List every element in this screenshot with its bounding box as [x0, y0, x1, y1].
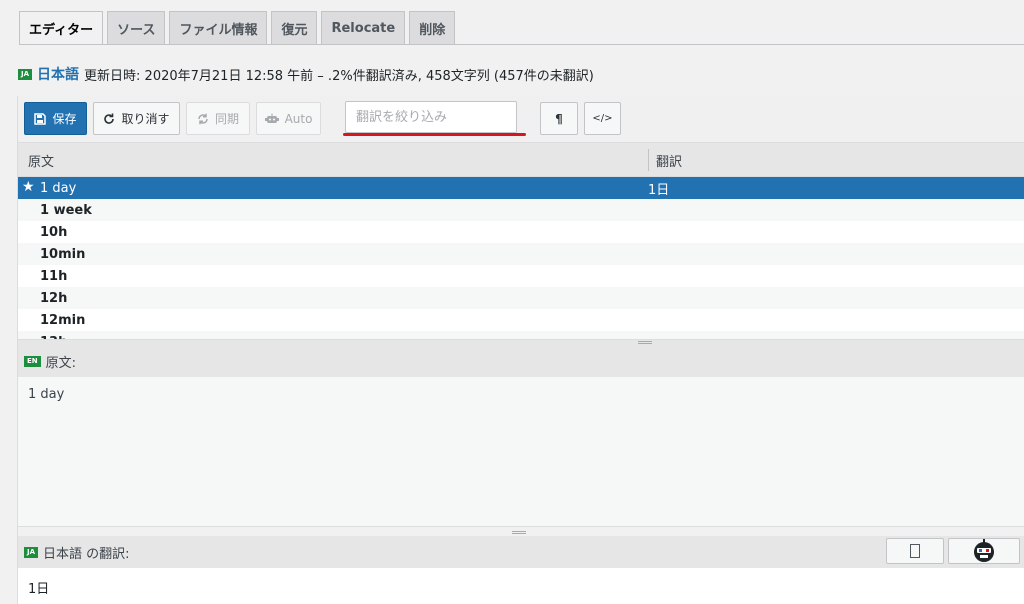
source-panel-header: EN 原文:: [18, 345, 1024, 377]
star-icon: ★: [22, 179, 35, 195]
revert-label: 取り消す: [121, 112, 170, 126]
robot-icon: [974, 539, 994, 562]
table-row[interactable]: ★ 1 day 1日: [18, 177, 1024, 199]
tab-file-info[interactable]: ファイル情報: [169, 11, 268, 44]
translation-text[interactable]: 1日: [18, 568, 1024, 604]
row-translation: 1日: [648, 182, 670, 198]
save-label: 保存: [52, 112, 77, 126]
code-view-button[interactable]: </>: [584, 102, 621, 135]
row-source: 10h: [40, 224, 68, 240]
tab-underline: [19, 44, 1024, 45]
column-translation[interactable]: 翻訳: [656, 151, 682, 170]
table-row[interactable]: 10h: [18, 221, 1024, 243]
tab-editor[interactable]: エディター: [19, 11, 104, 45]
panel-resize-handle[interactable]: [18, 528, 1024, 536]
revert-button[interactable]: 取り消す: [93, 102, 180, 135]
tab-relocate[interactable]: Relocate: [321, 11, 406, 44]
sync-label: 同期: [214, 112, 239, 126]
document-icon: [910, 544, 920, 558]
table-row[interactable]: 11h: [18, 265, 1024, 287]
table-row[interactable]: 1 week: [18, 199, 1024, 221]
status-text: 更新日時: 2020年7月21日 12:58 午前 – .2%件翻訳済み, 45…: [84, 68, 594, 84]
row-source: 11h: [40, 268, 68, 284]
sync-button[interactable]: 同期: [186, 102, 250, 135]
row-source: 1 day: [40, 180, 77, 196]
table-row[interactable]: 12min: [18, 309, 1024, 331]
language-link[interactable]: 日本語: [37, 64, 79, 84]
row-source: 12min: [40, 312, 86, 328]
pilcrow-icon: ¶: [555, 111, 563, 126]
grip-icon: [512, 531, 526, 534]
en-flag-icon: EN: [24, 355, 41, 367]
auto-translate-button[interactable]: Auto: [256, 102, 321, 135]
column-separator[interactable]: [648, 149, 649, 171]
tab-restore[interactable]: 復元: [271, 11, 318, 44]
tab-delete[interactable]: 削除: [409, 11, 456, 44]
ja-flag-icon: JA: [24, 546, 39, 558]
table-row[interactable]: 12h: [18, 287, 1024, 309]
save-icon: [34, 112, 47, 125]
string-list-header: 原文 翻訳: [18, 143, 1024, 177]
tab-source[interactable]: ソース: [107, 11, 166, 44]
row-source: 12h: [40, 290, 68, 306]
robot-icon: [264, 113, 279, 123]
grip-icon: [638, 341, 652, 344]
editor: 保存 取り消す 同期 Auto ¶ </> 原文 翻訳 ★ 1 da: [17, 96, 1024, 604]
source-panel-label: 原文:: [45, 355, 77, 371]
copy-source-button[interactable]: [886, 538, 944, 564]
table-row[interactable]: 13h: [18, 331, 1024, 339]
sync-icon: [198, 113, 208, 124]
row-source: 10min: [40, 246, 86, 262]
target-panel-header: JA 日本語 の翻訳:: [18, 536, 1024, 568]
filter-input[interactable]: [345, 101, 517, 133]
code-icon: </>: [592, 113, 613, 124]
target-panel-label: 日本語 の翻訳:: [43, 546, 130, 562]
tab-bar: エディター ソース ファイル情報 復元 Relocate 削除: [19, 11, 459, 45]
file-status: JA 日本語 更新日時: 2020年7月21日 12:58 午前 – .2%件翻…: [18, 64, 594, 84]
table-row[interactable]: 10min: [18, 243, 1024, 265]
row-source: 1 week: [40, 202, 92, 218]
editor-toolbar: 保存 取り消す 同期 Auto ¶ </>: [18, 96, 1024, 143]
string-list: ★ 1 day 1日 1 week 10h 10min 11h 12h 12mi…: [18, 177, 1024, 339]
undo-icon: [104, 113, 115, 124]
auto-label: Auto: [284, 111, 313, 126]
machine-translate-button[interactable]: [948, 538, 1020, 564]
highlight-underline: [343, 133, 526, 136]
save-button[interactable]: 保存: [24, 102, 87, 135]
source-text: 1 day: [18, 377, 1024, 527]
ja-flag-icon: JA: [18, 68, 33, 80]
column-source[interactable]: 原文: [28, 151, 54, 170]
invisibles-toggle-button[interactable]: ¶: [540, 102, 578, 135]
